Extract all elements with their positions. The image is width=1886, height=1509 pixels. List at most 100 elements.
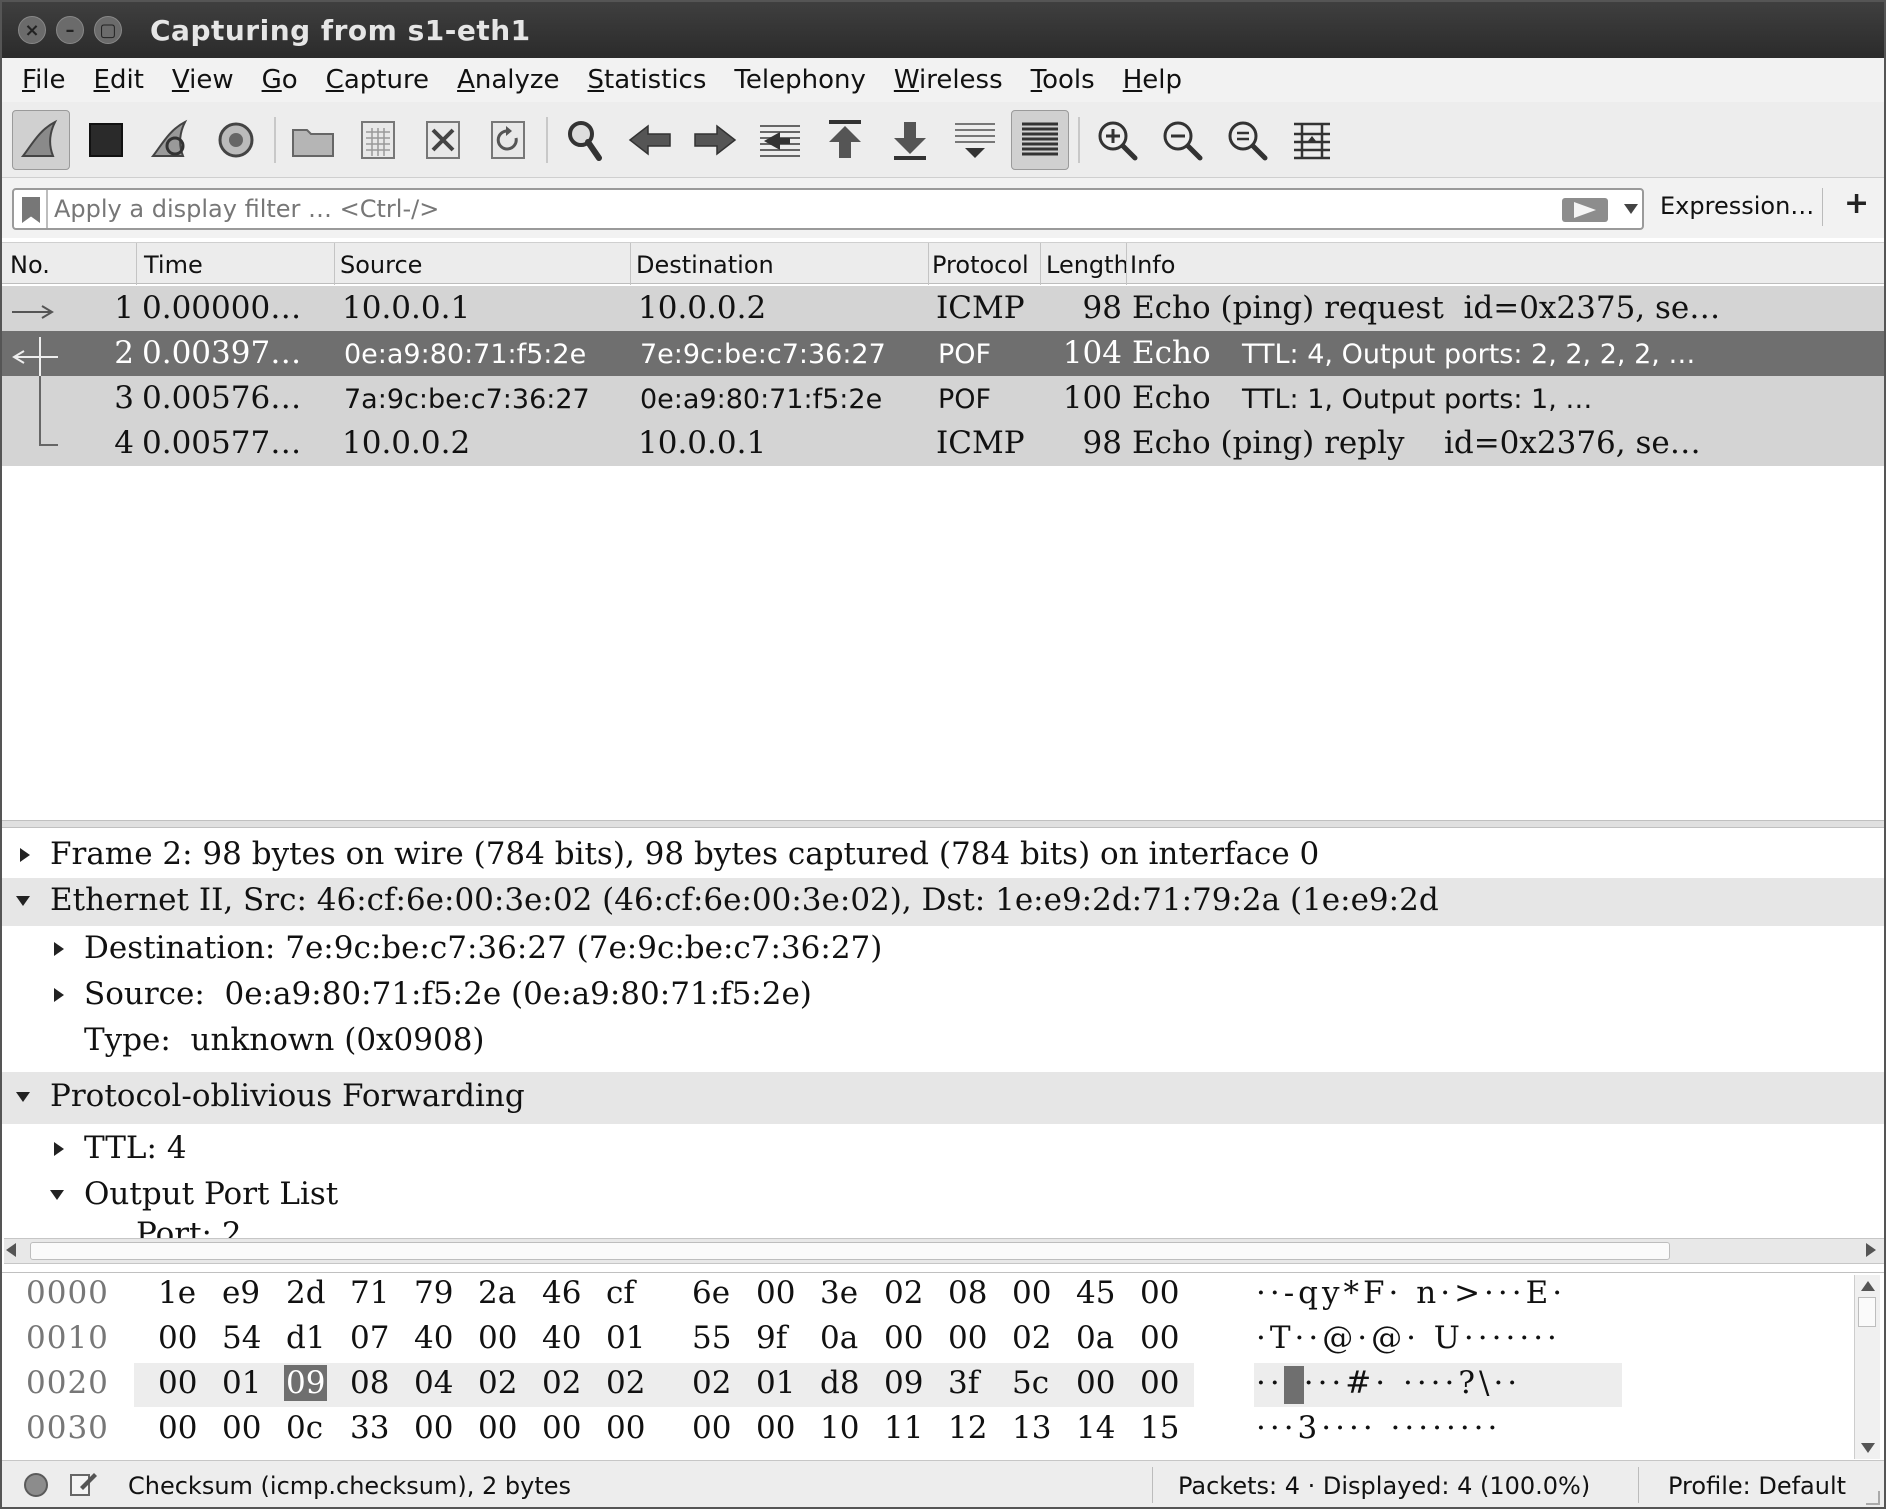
menu-view[interactable]: View	[172, 65, 234, 95]
column-length[interactable]: Length	[1046, 251, 1129, 279]
column-divider[interactable]	[630, 243, 631, 285]
status-packet-count: Packets: 4 · Displayed: 4 (100.0%)	[1178, 1472, 1591, 1500]
menu-wireless[interactable]: Wireless	[894, 65, 1003, 95]
stop-capture-icon[interactable]	[77, 110, 135, 170]
save-file-icon[interactable]	[349, 110, 407, 170]
menu-tools[interactable]: Tools	[1031, 65, 1095, 95]
normal-size-icon[interactable]	[1218, 110, 1276, 170]
zoom-in-icon[interactable]	[1088, 110, 1146, 170]
column-divider[interactable]	[136, 243, 137, 285]
column-divider[interactable]	[334, 243, 335, 285]
detail-frame-row[interactable]: Frame 2: 98 bytes on wire (784 bits), 98…	[2, 832, 1884, 880]
column-no[interactable]: No.	[10, 251, 50, 279]
menu-file[interactable]: File	[22, 65, 66, 95]
expand-arrow-icon[interactable]	[54, 1142, 64, 1156]
packet-list: No. Time Source Destination Protocol Len…	[2, 242, 1884, 820]
capture-options-icon[interactable]	[207, 110, 265, 170]
reload-file-icon[interactable]	[479, 110, 537, 170]
collapse-arrow-icon[interactable]	[16, 1092, 30, 1102]
details-horizontal-scrollbar[interactable]	[4, 1238, 1884, 1264]
expert-info-led-icon[interactable]	[24, 1473, 48, 1497]
display-filter-input[interactable]	[54, 194, 1554, 224]
last-packet-icon[interactable]	[881, 110, 939, 170]
menu-statistics[interactable]: Statistics	[588, 65, 707, 95]
colorize-icon[interactable]	[1011, 109, 1069, 170]
selected-byte[interactable]: 09	[284, 1365, 328, 1401]
packet-no: 3	[114, 380, 134, 416]
apply-filter-arrow-icon[interactable]	[1562, 198, 1608, 222]
packet-row[interactable]: 3 0.00576… 7a:9c:be:c7:36:27 0e:a9:80:71…	[2, 376, 1884, 421]
expression-button[interactable]: Expression…	[1660, 192, 1814, 220]
column-divider[interactable]	[1040, 243, 1041, 285]
packet-protocol: POF	[938, 384, 992, 415]
open-file-icon[interactable]	[284, 110, 342, 170]
collapse-arrow-icon[interactable]	[50, 1190, 64, 1200]
add-filter-button[interactable]: +	[1844, 186, 1869, 221]
packet-info: Echo (ping) request id=0x2375, se…	[1132, 290, 1721, 326]
column-divider[interactable]	[1126, 243, 1127, 285]
column-destination[interactable]: Destination	[636, 251, 774, 279]
packet-time: 0.00000…	[142, 290, 302, 326]
close-window-icon[interactable]: ×	[18, 16, 46, 44]
expand-arrow-icon[interactable]	[54, 988, 64, 1002]
restart-capture-icon[interactable]	[142, 110, 200, 170]
bookmark-icon[interactable]	[22, 197, 40, 223]
menu-go[interactable]: Go	[262, 65, 298, 95]
first-packet-icon[interactable]	[816, 110, 874, 170]
packet-destination: 7e:9c:be:c7:36:27	[640, 339, 886, 370]
detail-port-row[interactable]: Port: 2	[2, 1212, 1884, 1238]
minimize-window-icon[interactable]: –	[56, 16, 84, 44]
title-bar: × – ▢ Capturing from s1-eth1	[2, 2, 1884, 58]
status-profile[interactable]: Profile: Default	[1668, 1472, 1846, 1500]
window-title: Capturing from s1-eth1	[150, 13, 531, 47]
selected-ascii-char[interactable]	[1283, 1365, 1304, 1404]
scroll-down-icon[interactable]	[1861, 1443, 1875, 1453]
autoscroll-icon[interactable]	[946, 110, 1004, 170]
packet-source: 10.0.0.1	[342, 290, 471, 326]
packet-row[interactable]: 1 0.00000… 10.0.0.1 10.0.0.2 ICMP 98 Ech…	[2, 286, 1884, 331]
menu-help[interactable]: Help	[1123, 65, 1182, 95]
go-to-packet-icon[interactable]	[751, 110, 809, 170]
find-packet-icon[interactable]	[556, 110, 614, 170]
status-bar: Checksum (icmp.checksum), 2 bytes Packet…	[2, 1460, 1884, 1507]
scroll-left-icon[interactable]	[6, 1243, 16, 1257]
bytes-vertical-scrollbar[interactable]	[1854, 1275, 1880, 1459]
go-forward-icon[interactable]	[686, 110, 744, 170]
go-back-icon[interactable]	[621, 110, 679, 170]
capture-comment-icon[interactable]	[68, 1469, 98, 1499]
shark-fin-start-icon[interactable]	[12, 109, 70, 170]
column-protocol[interactable]: Protocol	[932, 251, 1029, 279]
packet-row[interactable]: 4 0.00577… 10.0.0.2 10.0.0.1 ICMP 98 Ech…	[2, 421, 1884, 466]
expand-arrow-icon[interactable]	[20, 848, 30, 862]
detail-pof-row[interactable]: Protocol-oblivious Forwarding	[2, 1072, 1884, 1124]
resize-grip-icon[interactable]	[1866, 1491, 1880, 1505]
close-file-icon[interactable]	[414, 110, 472, 170]
scrollbar-thumb[interactable]	[30, 1242, 1670, 1260]
menu-analyze[interactable]: Analyze	[457, 65, 559, 95]
filter-dropdown-icon[interactable]	[1624, 204, 1638, 214]
column-divider[interactable]	[928, 243, 929, 285]
menu-telephony[interactable]: Telephony	[734, 65, 865, 95]
detail-eth-destination-row[interactable]: Destination: 7e:9c:be:c7:36:27 (7e:9c:be…	[2, 926, 1884, 974]
menu-edit[interactable]: Edit	[94, 65, 144, 95]
pane-splitter[interactable]	[2, 820, 1884, 828]
scroll-up-icon[interactable]	[1861, 1281, 1875, 1291]
column-source[interactable]: Source	[340, 251, 422, 279]
packet-no: 2	[114, 335, 134, 371]
detail-eth-source-row[interactable]: Source: 0e:a9:80:71:f5:2e (0e:a9:80:71:f…	[2, 972, 1884, 1020]
detail-eth-type-row[interactable]: Type: unknown (0x0908)	[2, 1018, 1884, 1066]
scroll-right-icon[interactable]	[1866, 1243, 1876, 1257]
maximize-window-icon[interactable]: ▢	[94, 16, 122, 44]
collapse-arrow-icon[interactable]	[16, 896, 30, 906]
toolbar-separator	[546, 116, 548, 163]
scrollbar-thumb[interactable]	[1858, 1297, 1876, 1327]
menu-capture[interactable]: Capture	[326, 65, 429, 95]
packet-row-selected[interactable]: 2 0.00397… 0e:a9:80:71:f5:2e 7e:9c:be:c7…	[2, 331, 1884, 377]
column-info[interactable]: Info	[1130, 251, 1175, 279]
zoom-out-icon[interactable]	[1153, 110, 1211, 170]
detail-ethernet-row[interactable]: Ethernet II, Src: 46:cf:6e:00:3e:02 (46:…	[2, 878, 1884, 926]
expand-arrow-icon[interactable]	[54, 942, 64, 956]
detail-ttl-row[interactable]: TTL: 4	[2, 1126, 1884, 1174]
column-time[interactable]: Time	[144, 251, 203, 279]
resize-columns-icon[interactable]	[1283, 110, 1341, 170]
